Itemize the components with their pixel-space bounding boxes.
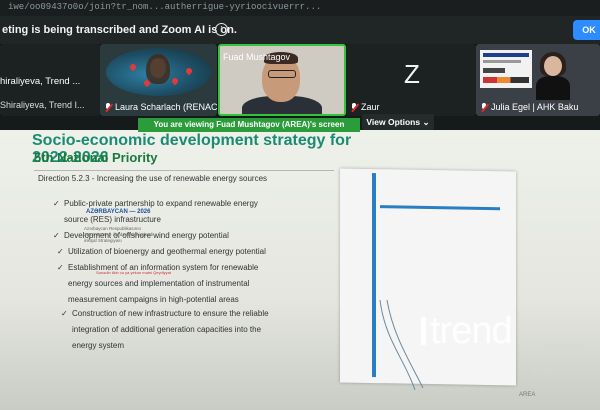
participant-name: Zaur (350, 102, 380, 112)
participant-video (536, 52, 570, 100)
participant-tile[interactable]: Laura Scharlach (RENAC ... (100, 44, 217, 116)
bullet-text-line: energy sources and implementation of ins… (68, 279, 250, 288)
bullet-item: ✓ Construction of new infrastructure to e… (61, 306, 269, 354)
cover-heading: AZƏRBAYCAN — 2026 (86, 209, 151, 215)
divider (34, 170, 334, 171)
mic-muted-icon (350, 103, 358, 112)
glasses-icon (268, 70, 296, 78)
slide-subtitle: 5th National Priority (34, 150, 158, 165)
chevron-down-icon: ⌄ (422, 117, 430, 127)
bullet-item: ✓ Utilization of bioenergy and geothermal… (57, 244, 266, 260)
trend-watermark-logo: trend (421, 310, 513, 353)
slide-footer-logo: AREA (519, 392, 536, 398)
ok-button[interactable]: OK (573, 20, 600, 40)
banner-text: eting is being transcribed and Zoom AI i… (2, 24, 237, 36)
participant-name: hiraliyeva, Trend ... (0, 76, 81, 87)
participant-name: Fuad Mushtagov (223, 52, 291, 62)
cover-body: Azərbaycan Respublikasının 2022–2026-cı … (84, 226, 154, 243)
windows-activation-text: метры". (531, 368, 560, 377)
participant-tile[interactable]: hiraliyeva, Trend ... Shiraliyeva, Trend… (0, 44, 100, 116)
windows-activation-text: ровать Windo (531, 356, 582, 365)
event-banner-image (480, 50, 532, 88)
bullet-text-line: energy system (72, 341, 125, 350)
bullet-text-line: Construction of new infrastructure to en… (72, 309, 269, 318)
checkmark-bullet-icon: ✓ (53, 231, 60, 240)
mic-muted-icon (104, 103, 112, 112)
cover-note: Sənədin ilkin və ya yekun mətni Qeydiyya… (96, 270, 171, 275)
info-icon[interactable]: i (215, 23, 228, 36)
view-options-button[interactable]: View Options ⌄ (362, 114, 434, 130)
mic-muted-icon (480, 103, 488, 112)
ai-notice-banner: eting is being transcribed and Zoom AI i… (0, 16, 600, 44)
participant-name: Julia Egel | AHK Baku (480, 102, 578, 112)
bullet-text-line: Utilization of bioenergy and geothermal … (68, 247, 266, 256)
bullet-item: ✓ Establishment of an information system … (57, 260, 258, 308)
viewing-screen-banner: You are viewing Fuad Mushtagov (AREA)'s … (138, 118, 360, 132)
windows-activation-watermark: Windows (543, 342, 584, 353)
checkmark-bullet-icon: ✓ (57, 263, 64, 272)
checkmark-bullet-icon: ✓ (61, 309, 68, 318)
participant-tile[interactable]: Julia Egel | AHK Baku (476, 44, 600, 116)
slide-direction: Direction 5.2.3 - Increasing the use of … (38, 174, 268, 183)
checkmark-bullet-icon: ✓ (57, 247, 64, 256)
checkmark-bullet-icon: ✓ (53, 199, 60, 208)
active-speaker-tile[interactable]: Fuad Mushtagov (218, 44, 346, 116)
participant-subname: Shiraliyeva, Trend I... (0, 100, 85, 110)
avatar: Z (404, 59, 420, 89)
participant-tile[interactable]: Z Zaur (346, 44, 476, 116)
participant-name: Laura Scharlach (RENAC ... (104, 102, 217, 112)
bullet-text-line: integration of additional generation cap… (72, 325, 262, 334)
browser-url-bar[interactable]: iwe/oo09437o0o/join?tr_nom...autherrigue… (0, 0, 600, 16)
